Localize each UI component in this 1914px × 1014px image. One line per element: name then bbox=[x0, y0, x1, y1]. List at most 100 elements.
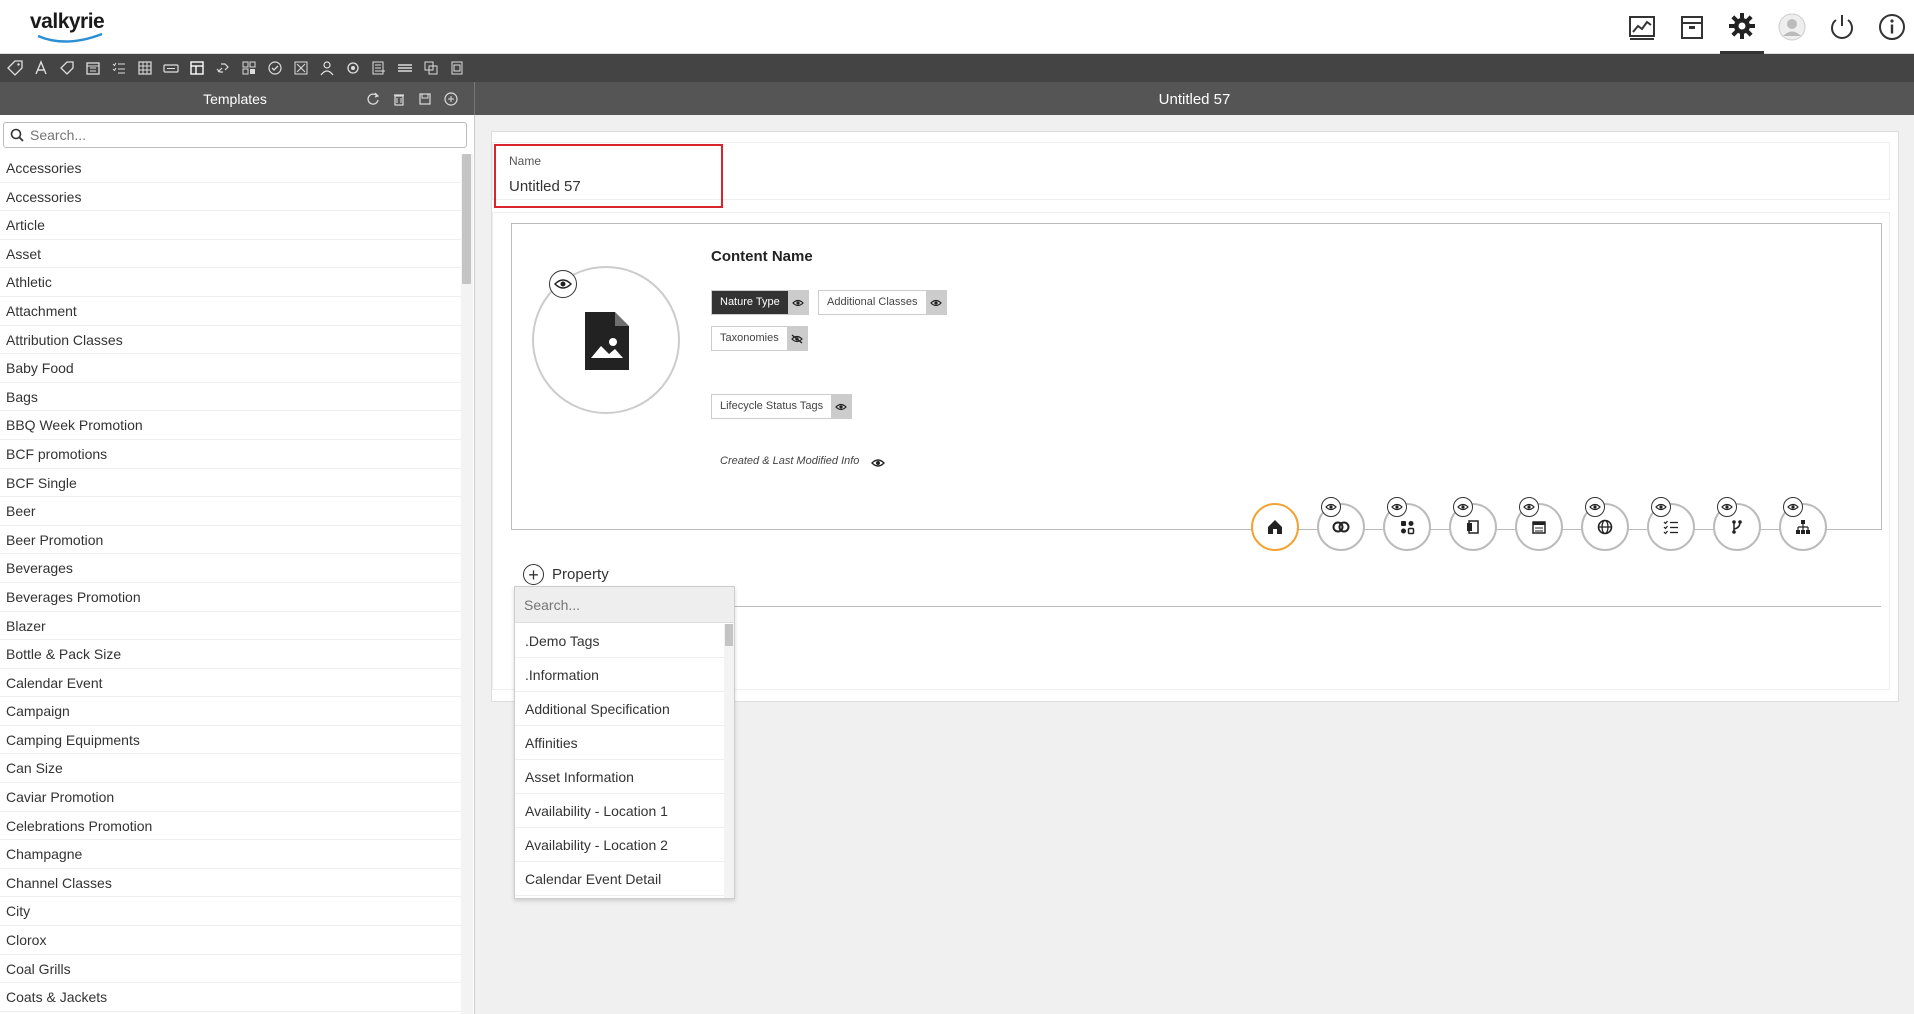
template-list-item[interactable]: BCF Single bbox=[0, 469, 461, 498]
tab-visibility-toggle[interactable] bbox=[1519, 497, 1539, 517]
tab-visibility-toggle[interactable] bbox=[1321, 497, 1341, 517]
tb-layout-button[interactable] bbox=[184, 57, 210, 79]
template-list-item[interactable]: Channel Classes bbox=[0, 869, 461, 898]
tab-visibility-toggle[interactable] bbox=[1387, 497, 1407, 517]
name-value[interactable]: Untitled 57 bbox=[509, 178, 581, 195]
template-list-item[interactable]: Coats & Jackets bbox=[0, 983, 461, 1012]
image-visibility-toggle[interactable] bbox=[549, 270, 577, 298]
tab-visibility-toggle[interactable] bbox=[1651, 497, 1671, 517]
property-option[interactable]: Availability - Location 2 bbox=[515, 828, 724, 862]
user-profile-button[interactable] bbox=[1770, 0, 1814, 54]
template-list-item[interactable]: Asset bbox=[0, 240, 461, 269]
template-list-item[interactable]: Celebrations Promotion bbox=[0, 812, 461, 841]
tb-divider-button[interactable] bbox=[392, 57, 418, 79]
template-list-item[interactable]: Article bbox=[0, 211, 461, 240]
taxonomies-visibility-toggle[interactable] bbox=[786, 327, 807, 350]
info-button[interactable] bbox=[1870, 0, 1914, 54]
template-list-item[interactable]: Athletic bbox=[0, 268, 461, 297]
template-list-item[interactable]: Bags bbox=[0, 383, 461, 412]
property-option[interactable]: Availability - Location 1 bbox=[515, 794, 724, 828]
tag-icon bbox=[7, 60, 23, 76]
template-list-item[interactable]: Beverages bbox=[0, 554, 461, 583]
template-list-item[interactable]: City bbox=[0, 897, 461, 927]
created-modified-info: Created & Last Modified Info bbox=[720, 455, 860, 467]
valkyrie-logo[interactable]: valkyrie bbox=[30, 10, 120, 46]
property-option[interactable]: Affinities bbox=[515, 726, 724, 760]
tb-button-button[interactable] bbox=[158, 57, 184, 79]
template-list-item[interactable]: Calendar Event bbox=[0, 669, 461, 698]
tb-calendar-button[interactable] bbox=[80, 57, 106, 79]
template-list-item[interactable]: Can Size bbox=[0, 754, 461, 784]
dashboard-button[interactable] bbox=[1620, 0, 1664, 54]
add-template-button[interactable] bbox=[438, 89, 464, 109]
template-list-item[interactable]: Campaign bbox=[0, 697, 461, 726]
template-list-item[interactable]: Accessories bbox=[0, 154, 461, 183]
tb-grid-button[interactable] bbox=[236, 57, 262, 79]
template-list-item[interactable]: Blazer bbox=[0, 612, 461, 641]
property-option[interactable]: .Information bbox=[515, 658, 724, 692]
dropdown-scrollbar-thumb[interactable] bbox=[725, 624, 733, 646]
tb-user-button[interactable] bbox=[314, 57, 340, 79]
settings-button[interactable] bbox=[1720, 0, 1764, 54]
template-list-item[interactable]: Beer Promotion bbox=[0, 526, 461, 555]
nature-type-visibility-toggle[interactable] bbox=[787, 291, 808, 314]
tb-tag-button[interactable] bbox=[2, 57, 28, 79]
template-list-item[interactable]: Accessories bbox=[0, 183, 461, 212]
template-list-item[interactable]: Caviar Promotion bbox=[0, 783, 461, 812]
additional-classes-visibility-toggle[interactable] bbox=[925, 291, 946, 314]
property-search-input[interactable] bbox=[524, 596, 724, 614]
lifecycle-visibility-toggle[interactable] bbox=[831, 395, 852, 418]
save-button[interactable] bbox=[412, 89, 438, 109]
calendar-icon bbox=[1532, 521, 1546, 534]
template-list-item[interactable]: BCF promotions bbox=[0, 440, 461, 469]
template-list-item[interactable]: BBQ Week Promotion bbox=[0, 411, 461, 440]
template-list-item[interactable]: Attachment bbox=[0, 297, 461, 326]
section-tab-home[interactable] bbox=[1251, 503, 1299, 551]
tb-link-button[interactable] bbox=[210, 57, 236, 79]
property-option[interactable]: .Demo Tags bbox=[515, 624, 724, 658]
tb-list-button[interactable] bbox=[366, 57, 392, 79]
template-list-item[interactable]: Coal Grills bbox=[0, 955, 461, 984]
tb-settings-button[interactable] bbox=[340, 57, 366, 79]
template-list-item[interactable]: Baby Food bbox=[0, 354, 461, 383]
archive-button[interactable] bbox=[1670, 0, 1714, 54]
tb-label-button[interactable] bbox=[54, 57, 80, 79]
tb-text-button[interactable] bbox=[28, 57, 54, 79]
tb-paste-button[interactable] bbox=[444, 57, 470, 79]
template-list-item[interactable]: Beer bbox=[0, 497, 461, 526]
logout-button[interactable] bbox=[1820, 0, 1864, 54]
tab-visibility-toggle[interactable] bbox=[1585, 497, 1605, 517]
template-list-item[interactable]: Clorox bbox=[0, 926, 461, 955]
dropdown-scrollbar[interactable] bbox=[724, 624, 734, 898]
tab-visibility-toggle[interactable] bbox=[1453, 497, 1473, 517]
additional-classes-chip[interactable]: Additional Classes bbox=[818, 290, 947, 315]
tab-visibility-toggle[interactable] bbox=[1717, 497, 1737, 517]
image-document-icon bbox=[585, 312, 629, 370]
property-option[interactable]: Calendar Event Detail bbox=[515, 862, 724, 896]
template-list-item[interactable]: Camping Equipments bbox=[0, 726, 461, 755]
add-property-button[interactable]: + Property bbox=[523, 564, 609, 585]
template-search-input[interactable] bbox=[30, 126, 460, 144]
scrollbar-thumb[interactable] bbox=[462, 154, 471, 284]
property-option[interactable]: Asset Information bbox=[515, 760, 724, 794]
property-option[interactable]: Additional Specification bbox=[515, 692, 724, 726]
created-info-visibility-toggle[interactable] bbox=[871, 455, 885, 473]
taxonomies-chip[interactable]: Taxonomies bbox=[711, 326, 808, 351]
tb-table-button[interactable] bbox=[132, 57, 158, 79]
template-list-item[interactable]: Beverages Promotion bbox=[0, 583, 461, 612]
tb-check-button[interactable] bbox=[262, 57, 288, 79]
template-list-item[interactable]: Attribution Classes bbox=[0, 326, 461, 355]
tb-checklist-button[interactable] bbox=[106, 57, 132, 79]
lifecycle-status-chip[interactable]: Lifecycle Status Tags bbox=[711, 394, 853, 419]
template-list-item[interactable]: Champagne bbox=[0, 840, 461, 869]
refresh-button[interactable] bbox=[360, 89, 386, 109]
template-list-scrollbar[interactable] bbox=[461, 154, 473, 1014]
content-image-placeholder[interactable] bbox=[532, 266, 680, 414]
delete-button[interactable] bbox=[386, 89, 412, 109]
template-list-item[interactable]: Bottle & Pack Size bbox=[0, 640, 461, 669]
tb-copy-button[interactable] bbox=[418, 57, 444, 79]
tab-visibility-toggle[interactable] bbox=[1783, 497, 1803, 517]
tb-nodes-button[interactable] bbox=[288, 57, 314, 79]
name-field[interactable]: Name Untitled 57 bbox=[494, 144, 723, 208]
nature-type-chip[interactable]: Nature Type bbox=[711, 290, 809, 315]
